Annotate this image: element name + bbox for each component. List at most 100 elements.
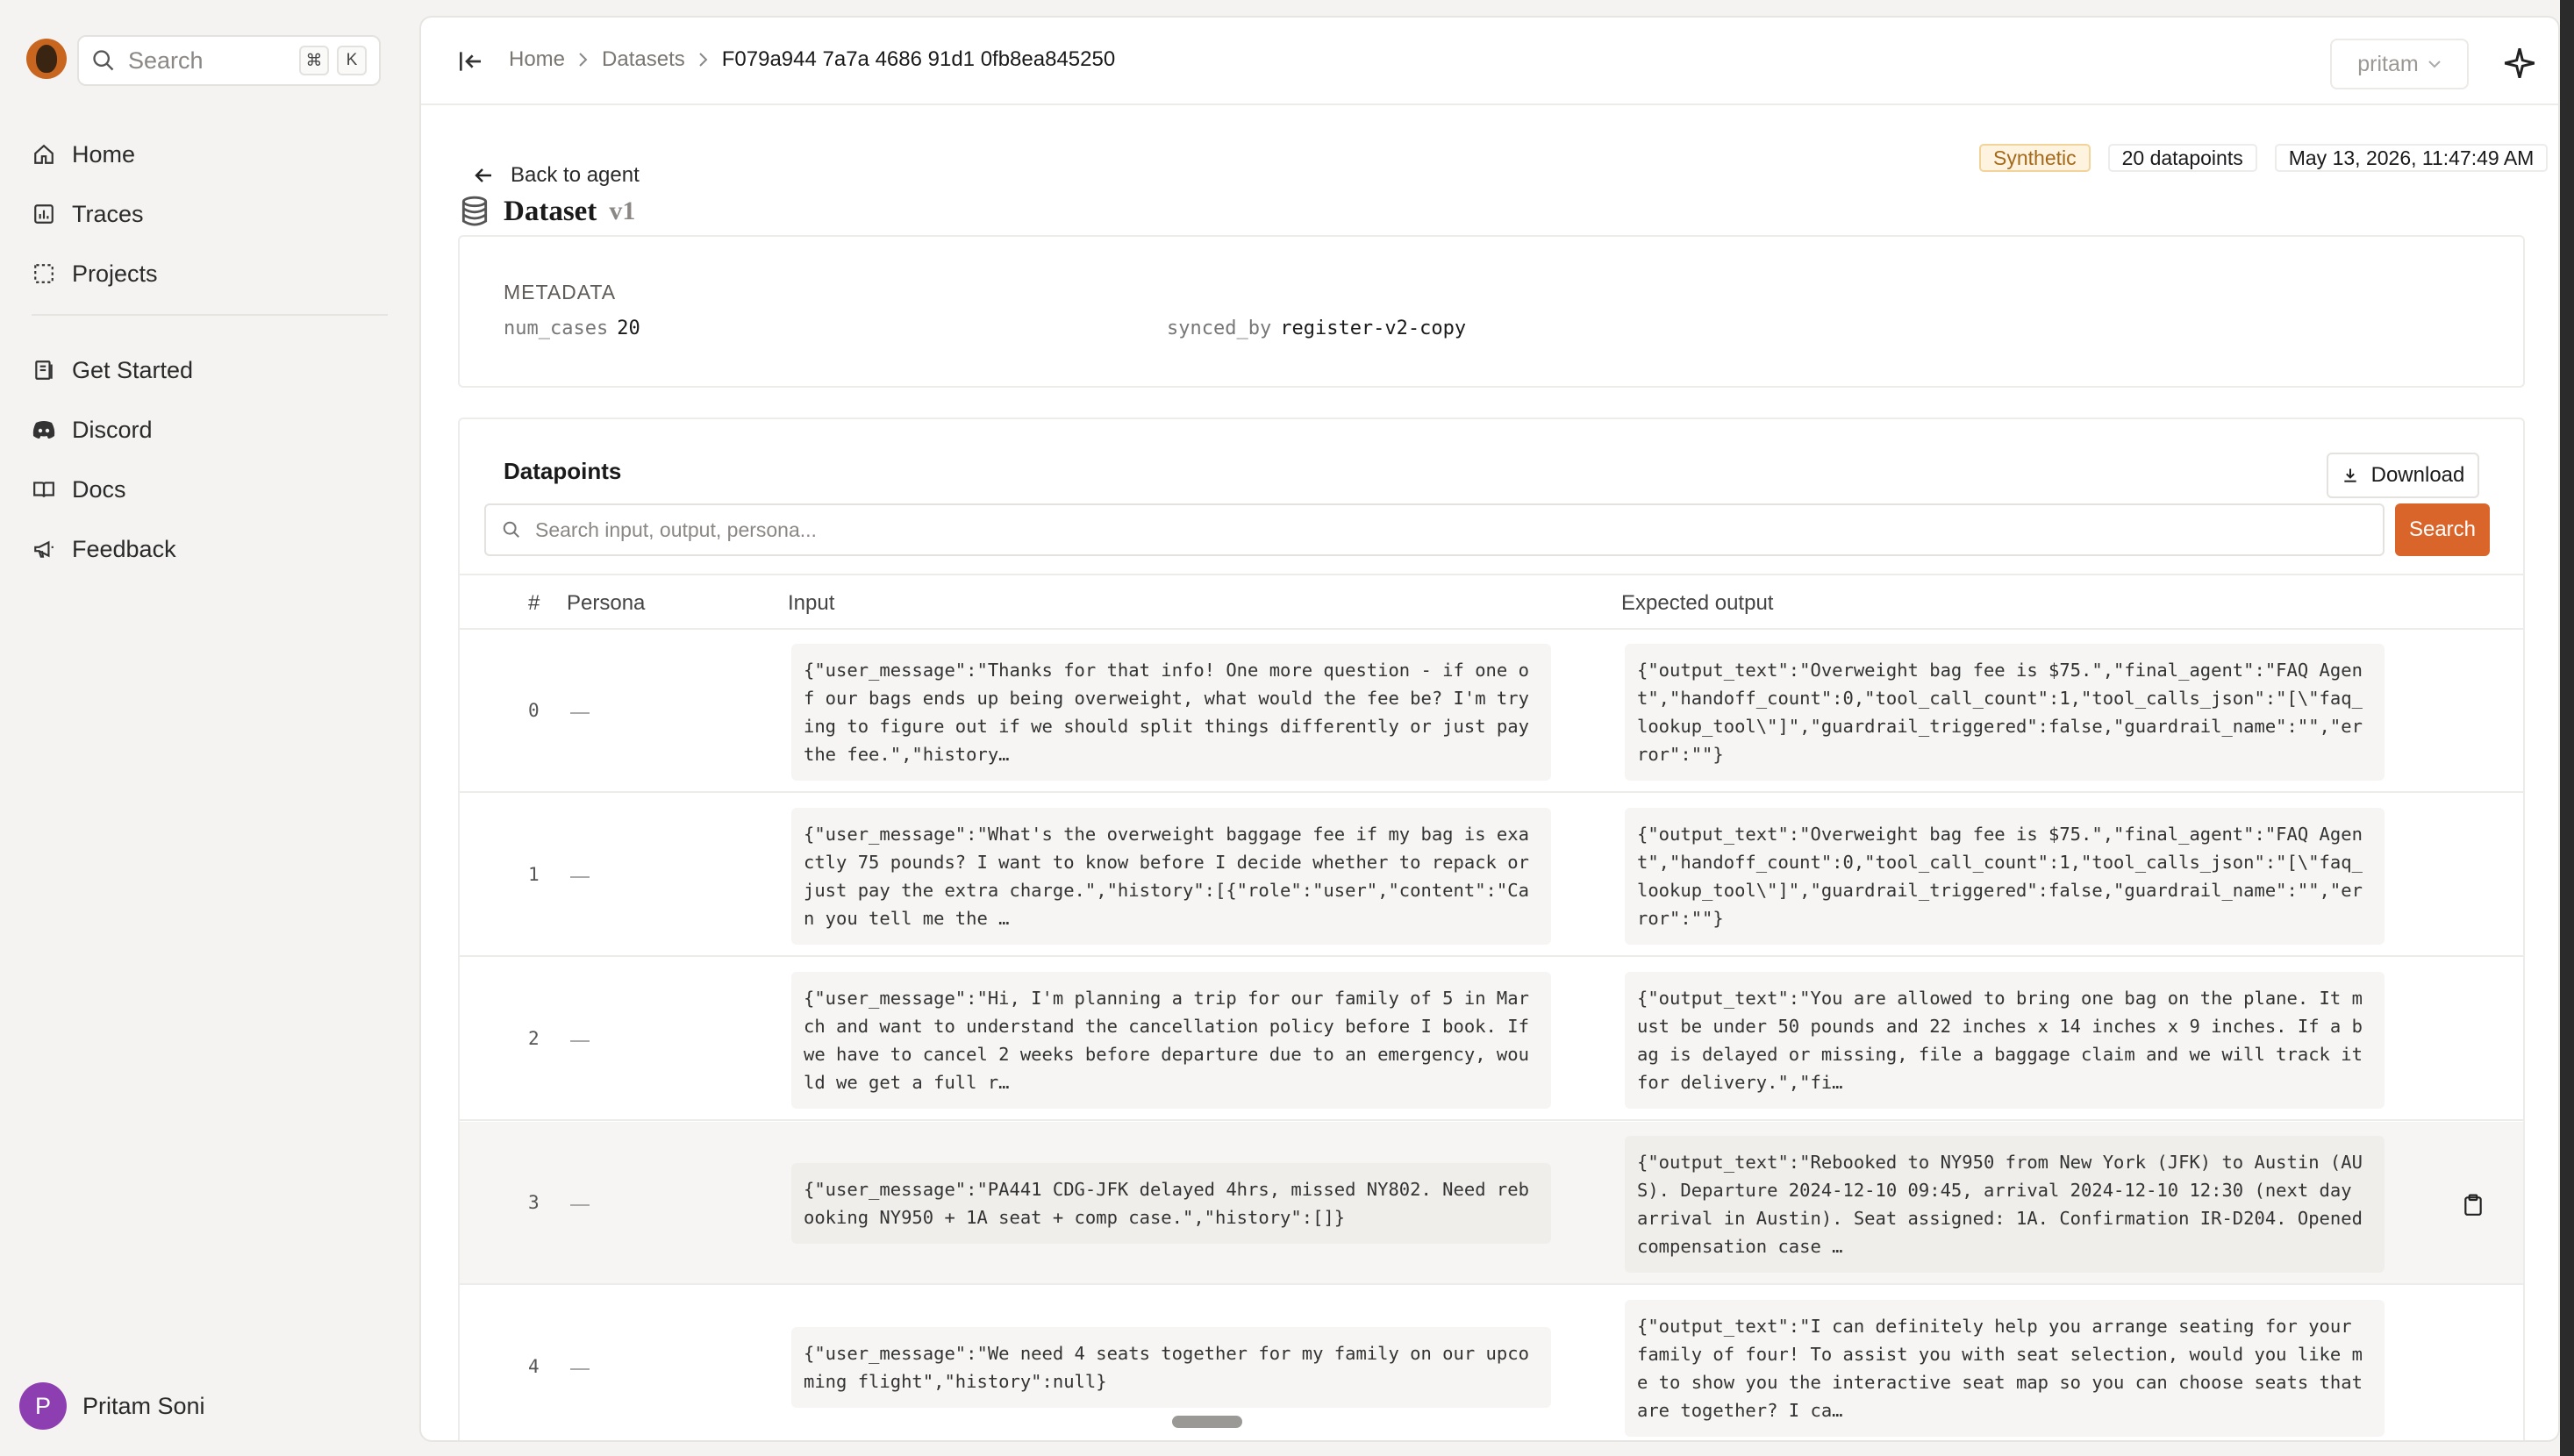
topbar: Home Datasets F079a944 7a7a 4686 91d1 0f… [421,18,2558,105]
download-icon [2343,468,2356,482]
sidebar-item-feedback[interactable]: Feedback [32,519,400,579]
search-icon [503,521,519,538]
user-select-value: pritam [2357,51,2419,76]
sidebar-item-traces[interactable]: Traces [32,184,400,244]
metadata-value: register-v2-copy [1280,318,1467,339]
datapoints-title: Datapoints [504,458,622,484]
input-cell[interactable]: {"user_message":"We need 4 seats togethe… [791,1327,1551,1408]
output-cell[interactable]: {"output_text":"I can definitely help yo… [1625,1300,2385,1437]
table-row[interactable]: 0 {"user_message":"Thanks for that info!… [460,630,2523,793]
breadcrumb-home[interactable]: Home [509,47,565,72]
sidebar-item-label: Traces [72,200,144,227]
download-label: Download [2370,463,2465,487]
collapse-sidebar-icon[interactable] [456,47,484,75]
sidebar-item-label: Projects [72,260,158,287]
chevron-right-icon [577,51,590,68]
table-header: # Persona Input Expected output [460,574,2523,630]
chevron-right-icon [697,51,710,68]
database-icon [461,196,488,226]
back-to-agent-link[interactable]: Back to agent [474,163,640,188]
count-badge: 20 datapoints [2107,144,2257,172]
docs-icon [32,477,56,502]
user-select[interactable]: pritam [2330,39,2469,89]
user-name: Pritam Soni [82,1392,205,1419]
sidebar-item-label: Discord [72,416,153,443]
row-index: 3 [528,1192,540,1213]
version-label: v1 [609,196,636,225]
column-header-input: Input [788,591,835,615]
sidebar-item-label: Get Started [72,356,194,383]
input-cell[interactable]: {"user_message":"What's the overweight b… [791,808,1551,945]
sidebar-search-placeholder: Search [128,46,204,74]
book-icon [32,358,56,382]
sidebar-item-projects[interactable]: Projects [32,244,400,303]
avatar: P [19,1382,67,1430]
persona-empty [570,712,590,714]
chart-icon [32,202,56,226]
metadata-card: METADATA num_cases 20 synced_by register-v… [458,235,2525,388]
sidebar-item-label: Home [72,140,136,168]
column-header-index: # [528,591,540,615]
sidebar-item-home[interactable]: Home [32,125,400,184]
megaphone-icon [32,537,56,561]
arrow-left-icon [475,168,491,182]
sidebar-item-get-started[interactable]: Get Started [32,340,400,400]
dataset-badges: Synthetic 20 datapoints May 13, 2026, 11… [1979,144,2549,172]
row-index: 0 [528,700,540,721]
input-cell[interactable]: {"user_message":"Hi, I'm planning a trip… [791,972,1551,1109]
sidebar-search[interactable]: Search ⌘ K [77,35,381,86]
search-icon [93,50,114,71]
column-header-persona: Persona [567,591,646,615]
discord-icon [32,418,56,442]
metadata-key: synced_by [1167,318,1272,339]
input-cell[interactable]: {"user_message":"PA441 CDG-JFK delayed 4… [791,1163,1551,1244]
chevron-down-icon [2428,61,2441,68]
table-row[interactable]: 2 {"user_message":"Hi, I'm planning a tr… [460,958,2523,1121]
input-cell[interactable]: {"user_message":"Thanks for that info! O… [791,644,1551,781]
page-title: Dataset v1 [458,195,635,228]
nav-primary: Home Traces Projects [32,125,400,303]
status-badge: Synthetic [1979,144,2091,172]
back-link-label: Back to agent [511,163,640,187]
persona-empty [570,1204,590,1206]
app-logo[interactable] [26,39,67,79]
output-cell[interactable]: {"output_text":"Overweight bag fee is $7… [1625,644,2385,781]
sidebar: Search ⌘ K Home Traces Projects Get Star… [0,0,418,1456]
sidebar-item-label: Docs [72,475,126,503]
table-row[interactable]: 1 {"user_message":"What's the overweight… [460,794,2523,957]
metadata-entry: num_cases 20 [504,318,640,339]
output-cell[interactable]: {"output_text":"Overweight bag fee is $7… [1625,808,2385,945]
search-placeholder: Search input, output, persona... [535,517,817,541]
home-icon [32,142,56,167]
datapoints-card: Datapoints Download Search input, output… [458,418,2525,1440]
metadata-value: 20 [617,318,640,339]
main-panel: Home Datasets F079a944 7a7a 4686 91d1 0f… [419,16,2560,1442]
persona-empty [570,1040,590,1042]
nav-secondary: Get Started Discord Docs Feedback [32,340,400,579]
shortcut-key-cmd: ⌘ [299,46,329,75]
search-button[interactable]: Search [2395,503,2490,556]
clipboard-icon[interactable] [2463,1194,2483,1217]
persona-empty [570,1368,590,1370]
dotted-square-icon [32,261,56,286]
table-row[interactable]: 4 {"user_message":"We need 4 seats toget… [460,1286,2523,1440]
output-cell[interactable]: {"output_text":"You are allowed to bring… [1625,972,2385,1109]
sidebar-item-discord[interactable]: Discord [32,400,400,460]
output-cell[interactable]: {"output_text":"Rebooked to NY950 from N… [1625,1136,2385,1273]
sparkle-icon[interactable] [2502,46,2537,81]
breadcrumb: Home Datasets F079a944 7a7a 4686 91d1 0f… [509,47,1115,72]
breadcrumb-datasets[interactable]: Datasets [602,47,685,72]
metadata-label: METADATA [504,281,617,303]
horizontal-scrollbar[interactable] [1172,1416,1242,1428]
datapoints-search-input[interactable]: Search input, output, persona... [484,503,2385,556]
timestamp-badge: May 13, 2026, 11:47:49 AM [2274,144,2549,172]
download-button[interactable]: Download [2327,453,2479,498]
row-index: 4 [528,1356,540,1377]
window-edge [2560,0,2574,1456]
row-index: 2 [528,1028,540,1049]
column-header-expected-output: Expected output [1621,591,1774,615]
sidebar-item-docs[interactable]: Docs [32,460,400,519]
metadata-entry: synced_by register-v2-copy [1167,318,1466,339]
table-row[interactable]: 3 {"user_message":"PA441 CDG-JFK delayed… [460,1122,2523,1285]
user-profile[interactable]: P Pritam Soni [19,1382,205,1430]
